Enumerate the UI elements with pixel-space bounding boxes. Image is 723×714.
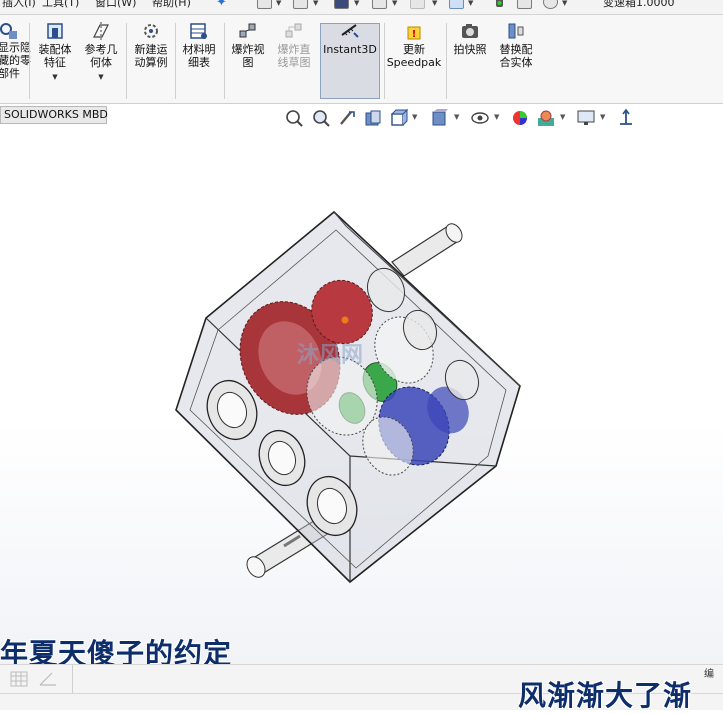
- replace-mate-entities-icon: [508, 23, 524, 39]
- ribbon-label: 参考几 何体: [84, 43, 118, 69]
- status-text: 编: [704, 669, 714, 680]
- status-divider: [72, 665, 73, 693]
- command-tab-strip: SOLIDWORKS MBD: [0, 104, 723, 126]
- assembly-features-icon: [47, 23, 63, 39]
- assembly-features-button[interactable]: 装配体 特征 ▼: [34, 21, 76, 84]
- svg-text:!: !: [412, 29, 417, 40]
- menu-window[interactable]: 窗口(W): [95, 0, 136, 10]
- exploded-view-icon: [239, 23, 256, 38]
- ribbon-label: 拍快照: [453, 43, 487, 56]
- edit-appearance-icon[interactable]: [510, 108, 530, 128]
- traffic-light-icon[interactable]: [492, 0, 507, 9]
- exploded-view-button[interactable]: 爆炸视 图: [227, 21, 269, 69]
- document-title: 变速箱1.0000: [603, 0, 675, 9]
- ribbon-separator: [29, 23, 30, 99]
- instant3d-icon: [341, 24, 359, 38]
- instant3d-button[interactable]: Instant3D: [321, 21, 379, 56]
- previous-view-icon[interactable]: [337, 108, 357, 128]
- pin-icon[interactable]: ✦: [216, 0, 227, 10]
- chevron-down-icon[interactable]: ▼: [313, 0, 318, 7]
- update-speedpak-button[interactable]: ! 更新 Speedpak: [386, 21, 442, 69]
- chevron-down-icon[interactable]: ▼: [392, 0, 397, 7]
- watermark: 沐风网: [297, 343, 363, 368]
- show-hidden-components-button[interactable]: 显示隐 藏的零 部件: [0, 21, 31, 80]
- section-view-icon[interactable]: [363, 108, 383, 128]
- new-motion-study-icon: [144, 24, 158, 38]
- show-hidden-components-icon: [0, 23, 17, 39]
- explode-line-sketch-icon: [285, 23, 302, 38]
- open-document-icon[interactable]: [293, 0, 308, 9]
- gearbox-model[interactable]: 沐风网: [0, 126, 723, 664]
- ribbon-separator: [224, 23, 225, 99]
- new-document-icon[interactable]: [257, 0, 272, 9]
- print-icon[interactable]: [372, 0, 387, 9]
- zoom-to-fit-icon[interactable]: [284, 108, 304, 128]
- hide-show-items-icon[interactable]: [470, 108, 490, 128]
- explode-line-sketch-button[interactable]: 爆炸直 线草图: [273, 21, 315, 69]
- ribbon-label: 装配体 特征: [38, 43, 72, 69]
- menu-bar: 插入(I) 工具(T) 窗口(W) 帮助(H) ✦ ▼ ▼ ▼ ▼ ▼ ▼ ▼ …: [0, 0, 723, 15]
- menu-tools[interactable]: 工具(T): [42, 0, 79, 10]
- display-style-icon[interactable]: [430, 108, 450, 128]
- triad-icon[interactable]: [616, 108, 636, 128]
- replace-mate-entities-button[interactable]: 替换配 合实体: [494, 21, 538, 69]
- chevron-down-icon[interactable]: ▼: [562, 0, 567, 7]
- grid-icon[interactable]: [10, 671, 28, 687]
- graphics-viewport[interactable]: 沐风网: [0, 126, 723, 664]
- file-properties-icon[interactable]: [517, 0, 532, 9]
- ribbon-label: Instant3D: [323, 43, 377, 56]
- menu-help[interactable]: 帮助(H): [152, 0, 191, 10]
- update-speedpak-icon: !: [407, 26, 421, 40]
- take-snapshot-button[interactable]: 拍快照: [450, 21, 490, 56]
- chevron-down-icon[interactable]: ▼: [354, 0, 359, 7]
- ribbon-label: 替换配 合实体: [499, 43, 533, 69]
- chevron-down-icon[interactable]: ▼: [468, 0, 473, 7]
- chevron-down-icon[interactable]: ▼: [80, 71, 122, 84]
- chevron-down-icon[interactable]: ▼: [560, 113, 565, 121]
- view-orientation-icon[interactable]: [389, 108, 409, 128]
- reference-geometry-button[interactable]: 参考几 何体 ▼: [80, 21, 122, 84]
- ribbon-separator: [384, 23, 385, 99]
- bill-of-materials-button[interactable]: 材料明 细表: [178, 21, 220, 69]
- chevron-down-icon[interactable]: ▼: [34, 71, 76, 84]
- select-cursor-icon[interactable]: [449, 0, 464, 9]
- chevron-down-icon[interactable]: ▼: [600, 113, 605, 121]
- origin-point-icon[interactable]: [341, 316, 349, 324]
- menu-insert[interactable]: 插入(I): [2, 0, 36, 10]
- apply-scene-icon[interactable]: [536, 108, 556, 128]
- ribbon-label: 更新 Speedpak: [386, 43, 442, 69]
- ribbon-separator: [446, 23, 447, 99]
- ribbon-label: 材料明 细表: [182, 43, 216, 69]
- ribbon-label: 爆炸视 图: [231, 43, 265, 69]
- options-gear-icon[interactable]: [543, 0, 558, 9]
- chevron-down-icon[interactable]: ▼: [276, 0, 281, 7]
- reference-geometry-icon: [93, 22, 109, 40]
- ribbon-separator: [126, 23, 127, 99]
- ribbon-separator: [175, 23, 176, 99]
- video-subtitle-line2: 风渐渐大了渐: [518, 679, 693, 712]
- take-snapshot-icon: [462, 24, 478, 38]
- tab-solidworks-mbd[interactable]: SOLIDWORKS MBD: [0, 106, 108, 124]
- undo-icon[interactable]: [410, 0, 425, 9]
- ribbon-label: 新建运 动算例: [134, 43, 168, 69]
- save-icon[interactable]: [334, 0, 349, 9]
- command-manager-ribbon: 显示隐 藏的零 部件 装配体 特征 ▼ 参考几 何体 ▼ 新建运 动算例 材料明…: [0, 15, 723, 104]
- input-shaft[interactable]: [391, 221, 465, 277]
- view-settings-icon[interactable]: [576, 108, 596, 128]
- chevron-down-icon[interactable]: ▼: [454, 113, 459, 121]
- ribbon-label: 显示隐 藏的零 部件: [0, 41, 31, 80]
- chevron-down-icon[interactable]: ▼: [432, 0, 437, 7]
- new-motion-study-button[interactable]: 新建运 动算例: [130, 21, 172, 69]
- chevron-down-icon[interactable]: ▼: [412, 113, 417, 121]
- bill-of-materials-icon: [190, 23, 207, 39]
- ribbon-label: 爆炸直 线草图: [277, 43, 311, 69]
- angle-icon[interactable]: [38, 671, 58, 687]
- zoom-to-area-icon[interactable]: [311, 108, 331, 128]
- chevron-down-icon[interactable]: ▼: [494, 113, 499, 121]
